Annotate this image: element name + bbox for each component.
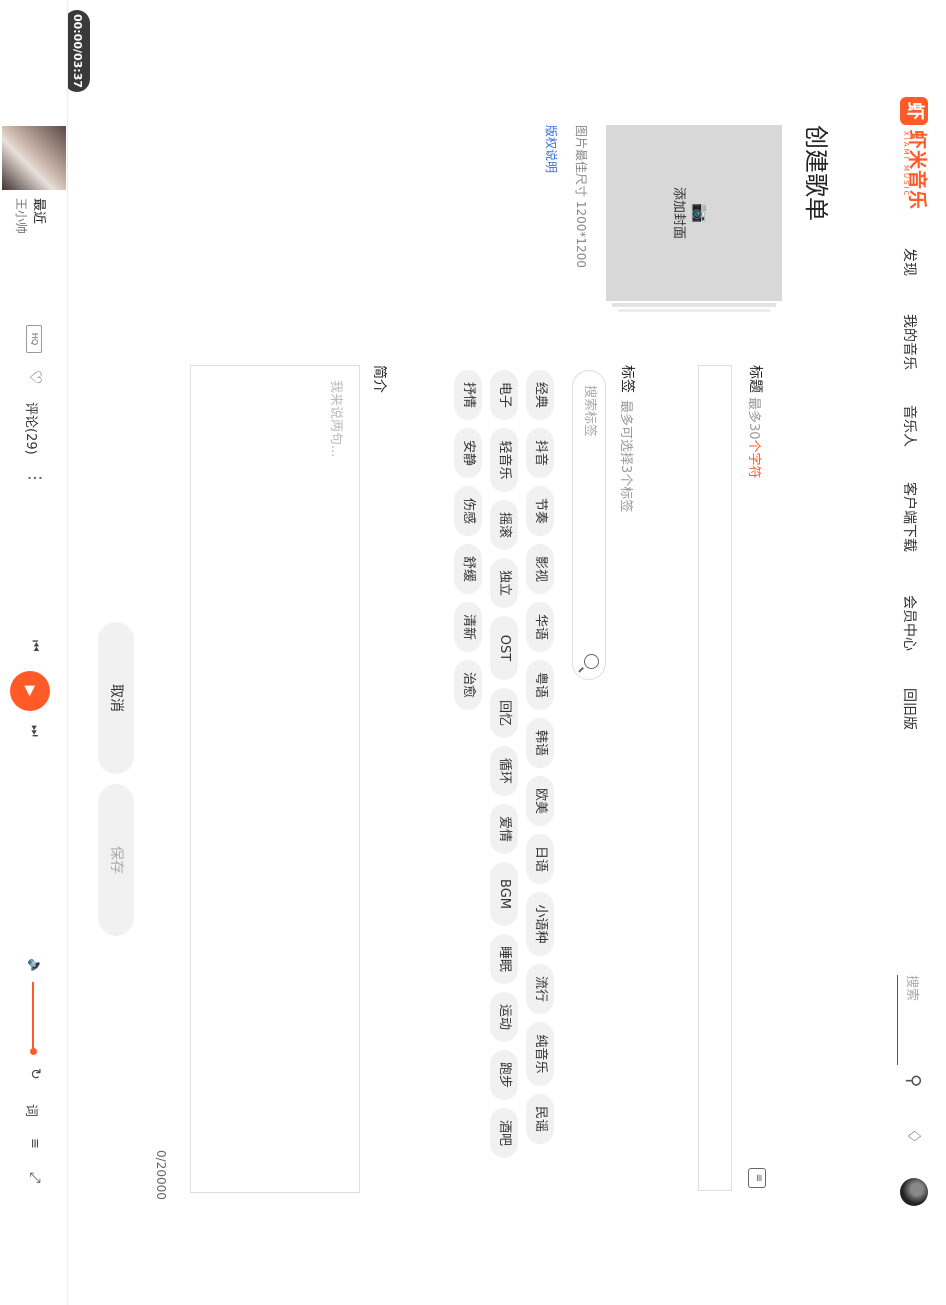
search-icon[interactable] [584, 654, 599, 669]
intro-label: 简介 [371, 365, 387, 393]
cancel-button[interactable]: 取消 [98, 622, 134, 774]
tag-chip[interactable]: 轻音乐 [490, 428, 518, 492]
tag-chip[interactable]: 睡眠 [490, 934, 518, 984]
cover-label: 添加封面 [671, 186, 686, 239]
tags-hint: 最多可选择3个标签 [618, 400, 633, 513]
intro-char-counter: 0/20000 [154, 1150, 168, 1200]
cover-upload[interactable]: 📷 添加封面 [606, 125, 782, 301]
tag-chip[interactable]: 摇滚 [490, 500, 518, 550]
tag-chip[interactable]: 影视 [526, 544, 554, 594]
fullscreen-icon[interactable]: ⤢ [27, 1172, 43, 1183]
previous-icon[interactable]: ⏮ [27, 640, 42, 652]
tag-chip[interactable]: 经典 [526, 370, 554, 420]
tag-chip[interactable]: 华语 [526, 602, 554, 652]
brand-sub: XIAMI MUSIC [902, 131, 910, 198]
title-hint: 最多30个字符 [746, 397, 761, 479]
tag-chip[interactable]: 日语 [526, 834, 554, 884]
lyrics-icon[interactable]: 词 [23, 1104, 42, 1117]
title-input[interactable] [698, 365, 732, 1191]
user-avatar[interactable] [900, 1178, 928, 1206]
volume-icon[interactable]: 🔈 [27, 958, 43, 975]
tag-chip[interactable]: 电子 [490, 370, 518, 420]
heart-icon[interactable]: ♡ [26, 370, 45, 384]
tag-chip[interactable]: 运动 [490, 992, 518, 1042]
logo-icon[interactable]: 虾 [900, 97, 928, 125]
tag-chip[interactable]: 抒情 [454, 370, 482, 420]
repeat-icon[interactable]: ↻ [27, 1068, 43, 1080]
cover-size-hint: 图片最佳尺寸 1200*1200 [574, 125, 588, 268]
cover-stack-decor [612, 303, 776, 307]
album-cover[interactable] [2, 126, 66, 190]
tag-chip[interactable]: 流行 [526, 964, 554, 1014]
title-label: 标题 [747, 365, 763, 393]
tag-chip[interactable]: BGM [490, 862, 518, 926]
volume-handle[interactable] [30, 1048, 37, 1055]
search-icon[interactable]: ⚲ [903, 1074, 924, 1087]
tag-chip[interactable]: 伤感 [454, 486, 482, 536]
intro-textarea[interactable]: 我来说两句... [190, 365, 360, 1193]
copyright-link[interactable]: 版权说明 [543, 125, 560, 173]
tag-chip[interactable]: 安静 [454, 428, 482, 478]
tags-label: 标签 [619, 365, 635, 393]
tag-chip[interactable]: 粤语 [526, 660, 554, 710]
tag-chip[interactable]: 纯音乐 [526, 1022, 554, 1086]
nav-my-music[interactable]: 我的音乐 [900, 314, 920, 370]
tag-chip[interactable]: 欧美 [526, 776, 554, 826]
nav-vip-center[interactable]: 会员中心 [900, 595, 920, 651]
volume-slider[interactable] [32, 982, 34, 1052]
tag-chip[interactable]: 抖音 [526, 428, 554, 478]
tag-chip[interactable]: 韩语 [526, 718, 554, 768]
nav-discover[interactable]: 发现 [900, 248, 920, 276]
tag-chip[interactable]: 治愈 [454, 660, 482, 710]
song-artist[interactable]: 王小帅 [13, 198, 30, 234]
page-title: 创建歌单 [802, 125, 830, 221]
search-input[interactable]: 搜索 [897, 975, 924, 1065]
play-button[interactable]: ▶ [10, 671, 50, 711]
bell-icon[interactable]: ♢ [903, 1128, 924, 1144]
nav-client-download[interactable]: 客户端下载 [900, 482, 920, 552]
tag-chip[interactable]: 节奏 [526, 486, 554, 536]
tag-chip[interactable]: OST [490, 616, 518, 680]
song-title[interactable]: 最近 [31, 198, 50, 224]
tag-chip[interactable]: 民谣 [526, 1094, 554, 1144]
tag-chip[interactable]: 清新 [454, 602, 482, 652]
tag-chip[interactable]: 酒吧 [490, 1108, 518, 1158]
comment-button[interactable]: 评论(29) [23, 402, 42, 455]
quality-badge[interactable]: HQ [26, 325, 42, 353]
tag-chip[interactable]: 小语种 [526, 892, 554, 956]
tag-chip[interactable]: 循环 [490, 746, 518, 796]
tag-chip[interactable]: 跑步 [490, 1050, 518, 1100]
tag-search-input[interactable]: 搜索标签 [572, 370, 606, 680]
nav-musician[interactable]: 音乐人 [900, 405, 920, 447]
more-icon[interactable]: ⋮ [26, 470, 45, 486]
tag-chip[interactable]: 回忆 [490, 688, 518, 738]
next-icon[interactable]: ⏭ [27, 725, 42, 737]
playlist-icon[interactable]: ≡ [27, 1138, 42, 1149]
tag-chip[interactable]: 舒缓 [454, 544, 482, 594]
page-root: 虾 虾米音乐 XIAMI MUSIC 发现 我的音乐 音乐人 客户端下载 会员中… [0, 0, 946, 1305]
clipboard-icon[interactable]: ≡ [748, 1168, 766, 1188]
save-button[interactable]: 保存 [98, 784, 134, 936]
camera-icon: 📷 [691, 203, 710, 223]
tag-chip[interactable]: 爱情 [490, 804, 518, 854]
nav-old-version[interactable]: 回旧版 [900, 688, 920, 730]
cover-stack-decor [618, 309, 770, 312]
tag-chip[interactable]: 独立 [490, 558, 518, 608]
